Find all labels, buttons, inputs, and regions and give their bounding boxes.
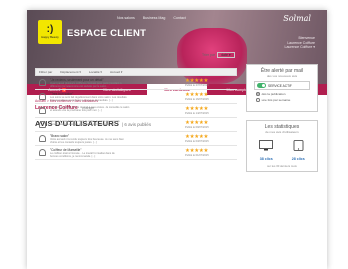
desktop-icon [259,140,274,151]
logo-name: Happy Beauty [41,35,59,39]
review-body-2: bonnes conditions, je recommande. [...] [50,155,96,158]
stats-panel-subtitle: de mes avis d'utilisateurs [265,130,299,134]
alert-panel-subtitle: des vos nouveaux avis [266,74,298,78]
page-title: ESPACE CLIENT [67,28,147,39]
table-row[interactable]: Très bonne coupe sur vie répond à mes en… [35,104,237,118]
filter-label: Filtrer par [39,70,53,74]
table-row[interactable]: Comme à mon habitude dans ce salon, je r… [35,118,237,132]
top-nav: Nos salons Business Mag Contact [117,16,186,20]
review-rating: ★★★★★ Publié le 16/07/2015 [185,92,209,101]
review-rating: ★★★★★ Publié le 14/07/2015 [185,106,209,115]
device-stats: 38 clics 28 clics [250,138,314,161]
review-body-2: correspondent exactement à ce que je dem… [50,99,113,102]
review-text: "Bravo salon" Votre accueil m'a rendu tou… [50,132,178,144]
sort-select[interactable]: date ▾ [217,52,235,58]
review-rating: ★★★★★ Publié le 09/07/2015 [185,120,209,129]
reviews-table: Filtrer par Déplacement ▾ Localité ▾ Acc… [35,68,237,160]
topnav-link-mag[interactable]: Business Mag [143,16,166,20]
filter-localite[interactable]: Localité ▾ [89,70,102,74]
review-date: Publié le 27/07/2015 [185,84,209,87]
review-text: "Je reviens, seulement pour un détail" Ay… [50,76,178,88]
review-date: Publié le 14/07/2015 [185,112,209,115]
radio-option-immediate[interactable]: dès la publication [256,92,314,96]
review-date: Publié le 01/07/2015 [185,154,209,157]
radio-option-weekly[interactable]: une fois par semaine [256,98,314,102]
user-avatar-icon [39,79,46,86]
service-toggle[interactable] [257,83,266,88]
sort-label: Trier par [202,53,216,57]
review-list: "Je reviens, seulement pour un détail" Ay… [35,76,237,160]
mobile-stat: 28 clics [292,138,305,161]
review-date: Publié le 16/07/2015 [185,98,209,101]
desktop-stat: 38 clics [259,138,274,161]
filter-accueil[interactable]: Accueil ▾ [110,70,122,74]
review-date: Publié le 03/07/2015 [185,140,209,143]
radio-label: une fois par semaine [261,98,291,102]
browser-window: Nos salons Business Mag Contact Solmal :… [27,10,327,269]
review-rating: ★★★★★ Publié le 01/07/2015 [185,148,209,157]
stats-footer: sur les 30 derniers mois [267,164,297,168]
radio-label: dès la publication [261,92,286,96]
table-row[interactable]: "Coiffeur de Marseille" Le coiffeur était… [35,146,237,160]
radio-checked-icon[interactable] [256,92,260,96]
topnav-link-contact[interactable]: Contact [173,16,185,20]
review-date: Publié le 09/07/2015 [185,126,209,129]
desktop-clicks: 38 clics [259,157,273,161]
user-avatar-icon [39,121,46,128]
review-body-2: personnalisés. Laurence est toujours trè… [50,123,115,126]
radio-unchecked-icon[interactable] [256,98,260,102]
email-alert-panel: Être alerté par mail des vos nouveaux av… [246,64,318,112]
user-menu-dropdown[interactable]: Laurence Coiffure ▾ [285,45,316,50]
review-rating: ★★★★★ Publié le 03/07/2015 [185,134,209,143]
review-body-2: chérie et les conseils toujours justes. … [50,141,97,144]
salon-logo: :) Happy Beauty [38,20,62,44]
review-text: Comme à mon habitude dans ce salon, je r… [50,118,178,126]
user-box: Bienvenue Laurence Coiffure Laurence Coi… [285,36,316,50]
service-toggle-label: SERVICE ACTIF [268,83,292,88]
tablet-icon [293,140,304,151]
service-switch-box: SERVICE ACTIF [254,81,310,90]
table-filter-bar: Filtrer par Déplacement ▾ Localité ▾ Acc… [35,68,237,76]
filter-deplacement[interactable]: Déplacement ▾ [60,70,81,74]
user-avatar-icon [39,149,46,156]
review-body-2: différents) j'ai néanmoins été séduite p… [50,85,109,88]
table-row[interactable]: "Bravo salon" Votre accueil m'a rendu tou… [35,132,237,146]
brand-logo[interactable]: Solmal [283,14,311,23]
table-row[interactable]: "Très bon salon" Les soins se sont fait r… [35,90,237,104]
review-text: Très bonne coupe sur vie répond à mes en… [50,104,178,112]
sort-control: Trier par date ▾ [202,52,235,58]
table-row[interactable]: "Je reviens, seulement pour un détail" Ay… [35,76,237,90]
user-avatar-icon [39,135,46,142]
review-body-2: et attends vite la prochaine fois pour m… [50,109,102,112]
smiley-icon: :) [46,24,54,35]
review-text: "Coiffeur de Marseille" Le coiffeur était… [50,146,178,158]
mobile-clicks: 28 clics [291,157,305,161]
stats-panel: Les statistiques de mes avis d'utilisate… [246,120,318,172]
review-text: "Très bon salon" Les soins se sont fait r… [50,90,178,102]
topnav-link-salons[interactable]: Nos salons [117,16,135,20]
review-rating: ★★★★★ Publié le 27/07/2015 [185,78,209,87]
user-avatar-icon [39,107,46,114]
user-avatar-icon [39,93,46,100]
